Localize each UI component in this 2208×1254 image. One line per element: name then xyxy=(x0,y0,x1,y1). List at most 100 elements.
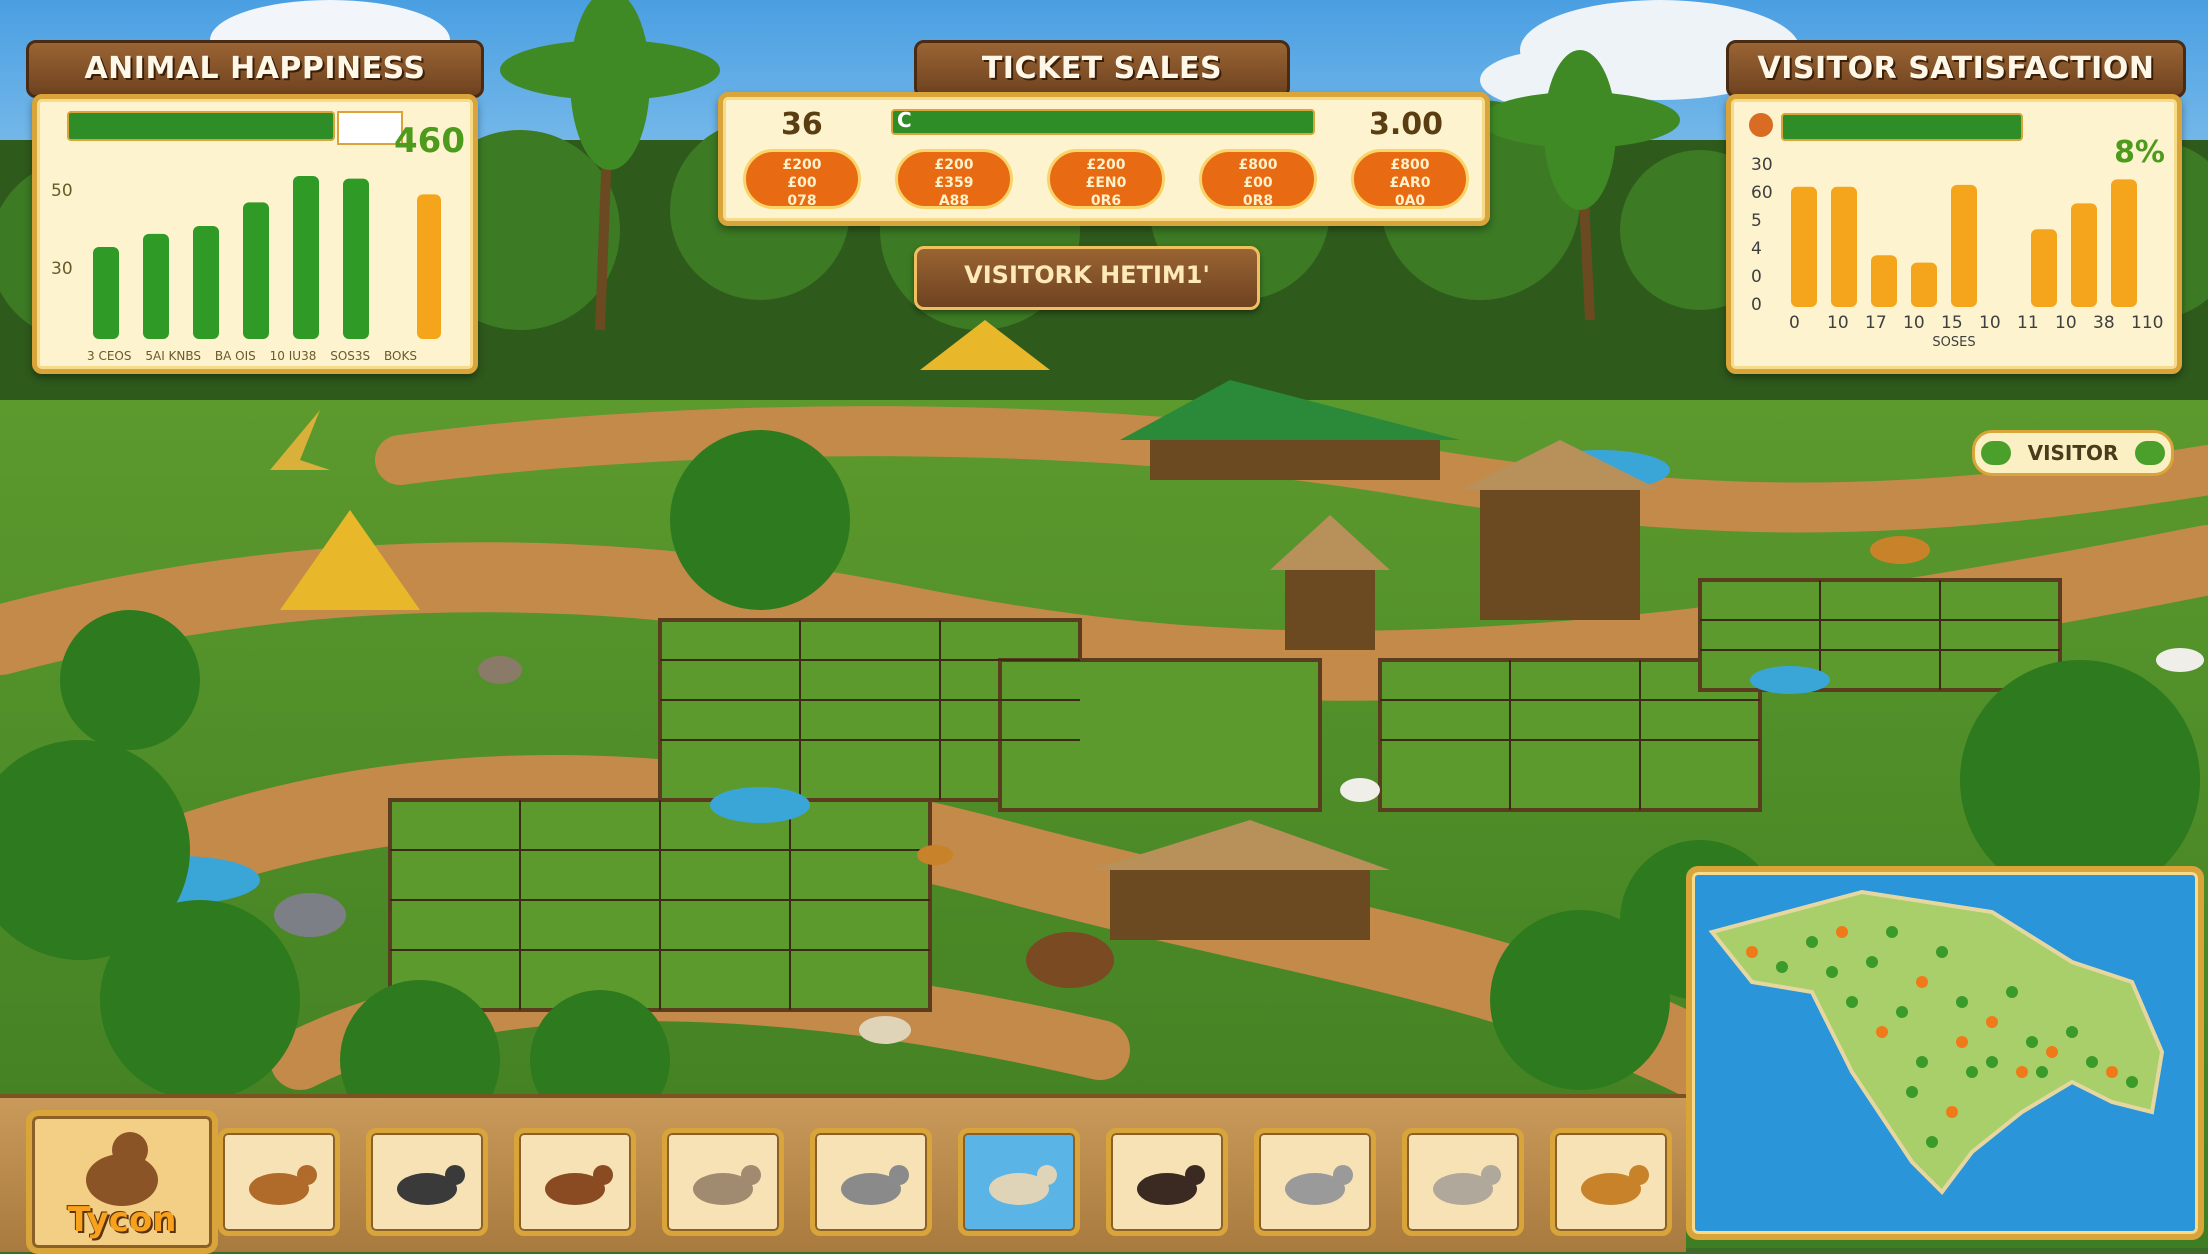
satisfaction-bar xyxy=(2031,229,2057,307)
happiness-bar xyxy=(293,176,319,339)
x-tick: 15 xyxy=(1941,313,1963,333)
animal-slot[interactable] xyxy=(1402,1128,1524,1236)
minimap-marker xyxy=(1806,936,1818,948)
minimap-marker xyxy=(1966,1066,1978,1078)
lemur-icon xyxy=(693,1165,761,1205)
ticket-price-pill[interactable]: £800 £AR0 0A0 xyxy=(1351,149,1469,209)
satisfaction-bar xyxy=(1871,255,1897,307)
ticket-bar-label: C xyxy=(897,108,912,132)
animal-head xyxy=(297,1165,317,1185)
minimap-marker xyxy=(2036,1066,2048,1078)
animal-head xyxy=(1481,1165,1501,1185)
x-tick: 10 xyxy=(2055,313,2077,333)
ticket-sales-panel[interactable]: TICKET SALES 36 C 3.00 £200 £00 078 £200 £35… xyxy=(718,40,1490,230)
happiness-bar xyxy=(93,247,119,339)
pill-text: £200 xyxy=(1086,157,1126,173)
minimap-marker xyxy=(2006,986,2018,998)
pill-text: £AR0 xyxy=(1389,175,1431,191)
minimap-marker xyxy=(1846,996,1858,1008)
x-label: SOS3S xyxy=(330,349,371,363)
animal-slot[interactable] xyxy=(958,1128,1080,1236)
pill-text: £359 xyxy=(934,175,974,191)
animal-head xyxy=(593,1165,613,1185)
x-tick: 110 xyxy=(2131,313,2164,333)
happiness-bar xyxy=(143,233,169,339)
x-label: 3 CEOS xyxy=(87,349,132,363)
pill-text: £EN0 xyxy=(1085,175,1127,191)
happiness-bar xyxy=(193,225,219,339)
happiness-bars xyxy=(93,176,441,339)
visitor-right-icon xyxy=(2135,441,2165,465)
deer-icon xyxy=(249,1165,317,1205)
animal-slot[interactable] xyxy=(662,1128,784,1236)
tapir-icon xyxy=(397,1165,465,1205)
pill-text: 0R6 xyxy=(1090,193,1122,209)
animal-head xyxy=(1037,1165,1057,1185)
animal-head xyxy=(889,1165,909,1185)
pill-text: £00 xyxy=(787,175,817,191)
ticket-price-pill[interactable]: £200 £EN0 0R6 xyxy=(1047,149,1165,209)
minimap-marker xyxy=(2046,1046,2058,1058)
tycon-label: Tycon xyxy=(67,1200,177,1240)
satisfaction-bar xyxy=(1951,184,1977,307)
minimap-marker xyxy=(2086,1056,2098,1068)
minimap-marker xyxy=(1956,996,1968,1008)
minimap-marker xyxy=(1876,1026,1888,1038)
minimap-map xyxy=(1708,889,2165,1196)
minimap-marker xyxy=(1926,1136,1938,1148)
satisfaction-bar xyxy=(1831,186,1857,307)
animal-happiness-panel[interactable]: ANIMAL HAPPINESS 460 50 30 3 CEOS 5AI KNB… xyxy=(26,40,484,380)
pill-text: 0A0 xyxy=(1394,193,1426,209)
minimap-marker xyxy=(1906,1086,1918,1098)
minimap-marker xyxy=(1896,1006,1908,1018)
minimap-marker xyxy=(1916,976,1928,988)
minimap-marker xyxy=(1956,1036,1968,1048)
minimap-marker xyxy=(1836,926,1848,938)
pill-text: £200 xyxy=(782,157,822,173)
animal-slot[interactable] xyxy=(218,1128,340,1236)
minimap[interactable] xyxy=(1686,866,2204,1240)
minimap-marker xyxy=(2066,1026,2078,1038)
animal-happiness-title: ANIMAL HAPPINESS xyxy=(26,40,484,98)
bear-icon xyxy=(1137,1165,1205,1205)
minimap-marker xyxy=(1776,961,1788,973)
visitor-satisfaction-panel[interactable]: VISITOR SATISFACTION 8% 30 60 5 4 0 0 0 10 17 10… xyxy=(1726,40,2186,380)
satisfaction-bar xyxy=(1791,186,1817,307)
minimap-marker xyxy=(1986,1016,1998,1028)
ticket-price-pill[interactable]: £200 £00 078 xyxy=(743,149,861,209)
animal-slot[interactable] xyxy=(1106,1128,1228,1236)
minimap-marker xyxy=(2026,1036,2038,1048)
pill-text: A88 xyxy=(938,193,970,209)
animal-head xyxy=(445,1165,465,1185)
x-tick: 10 xyxy=(1827,313,1849,333)
minimap-marker xyxy=(2106,1066,2118,1078)
x-label: BOKS xyxy=(384,349,417,363)
tycon-menu-button[interactable]: Tycon xyxy=(26,1110,218,1254)
pill-text: £00 xyxy=(1243,175,1273,191)
animal-slot[interactable] xyxy=(366,1128,488,1236)
build-toolbar: Tycon xyxy=(0,1094,1686,1254)
pill-text: 0R8 xyxy=(1242,193,1274,209)
animal-slot[interactable] xyxy=(514,1128,636,1236)
ticket-sales-title: TICKET SALES xyxy=(914,40,1290,98)
minimap-marker xyxy=(1866,956,1878,968)
animal-slot[interactable] xyxy=(1254,1128,1376,1236)
ticket-price-pill[interactable]: £800 £00 0R8 xyxy=(1199,149,1317,209)
ticket-price-pill[interactable]: £200 £359 A88 xyxy=(895,149,1013,209)
pill-text: 078 xyxy=(787,193,817,209)
pill-text: £800 xyxy=(1238,157,1278,173)
satisfaction-x-label: SOSES xyxy=(1932,335,1976,350)
visitor-button[interactable]: VISITOR xyxy=(1972,430,2174,476)
visitor-history-button[interactable]: VISITORK HETIM1' xyxy=(914,246,1260,310)
animal-slot[interactable] xyxy=(1550,1128,1672,1236)
ticket-progress-bar: C xyxy=(891,108,1315,135)
capybara-icon xyxy=(545,1165,613,1205)
minimap-marker xyxy=(2016,1066,2028,1078)
ticket-sales-body: 36 C 3.00 £200 £00 078 £200 £359 A88 £200 £EN0 0… xyxy=(718,92,1490,226)
x-tick: 38 xyxy=(2093,313,2115,333)
happiness-bar xyxy=(243,202,269,339)
x-tick: 11 xyxy=(2017,313,2039,333)
x-label: 10 IU38 xyxy=(269,349,317,363)
minimap-marker xyxy=(1916,1056,1928,1068)
animal-slot[interactable] xyxy=(810,1128,932,1236)
